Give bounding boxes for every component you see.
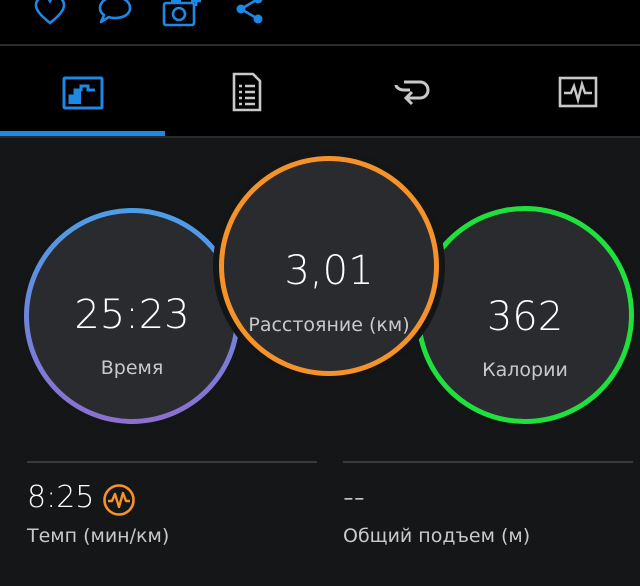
time-gauge: 25:23 Время [20, 204, 244, 428]
time-label: Время [100, 357, 164, 379]
calories-label: Калории [482, 359, 568, 381]
tabs-divider [0, 136, 640, 138]
pace-divider [27, 461, 317, 463]
add-photo-icon [162, 0, 201, 27]
like-button[interactable] [30, 0, 70, 32]
time-value: 25:23 [74, 292, 190, 338]
distance-label: Расстояние (км) [248, 314, 410, 336]
summary-chart-icon [62, 76, 104, 110]
ascent-label: Общий подъем (м) [343, 525, 531, 547]
ascent-divider [343, 461, 633, 463]
tab-bar [0, 46, 640, 136]
add-photo-button[interactable] [160, 0, 204, 32]
pace-value: 8:25 [27, 480, 95, 515]
pace-label: Темп (мин/км) [27, 525, 170, 547]
tab-details[interactable] [167, 46, 327, 136]
top-action-bar [0, 0, 640, 46]
laps-icon [394, 80, 430, 106]
distance-value: 3,01 [284, 248, 374, 294]
distance-gauge: 3,01 Расстояние (км) [213, 150, 445, 382]
calories-value: 362 [486, 294, 564, 340]
comment-button[interactable] [94, 0, 134, 32]
comment-icon [98, 0, 132, 24]
tab-summary[interactable] [0, 46, 160, 136]
tab-laps[interactable] [330, 46, 490, 136]
share-button[interactable] [230, 0, 270, 32]
details-list-icon [232, 72, 262, 112]
share-icon [236, 0, 263, 24]
pace-pulse-icon [103, 484, 135, 516]
ascent-value: -- [343, 480, 365, 515]
calories-gauge: 362 Калории [412, 202, 638, 428]
charts-pulse-icon [558, 76, 598, 108]
heart-icon [34, 0, 66, 25]
tab-charts[interactable] [496, 46, 640, 136]
